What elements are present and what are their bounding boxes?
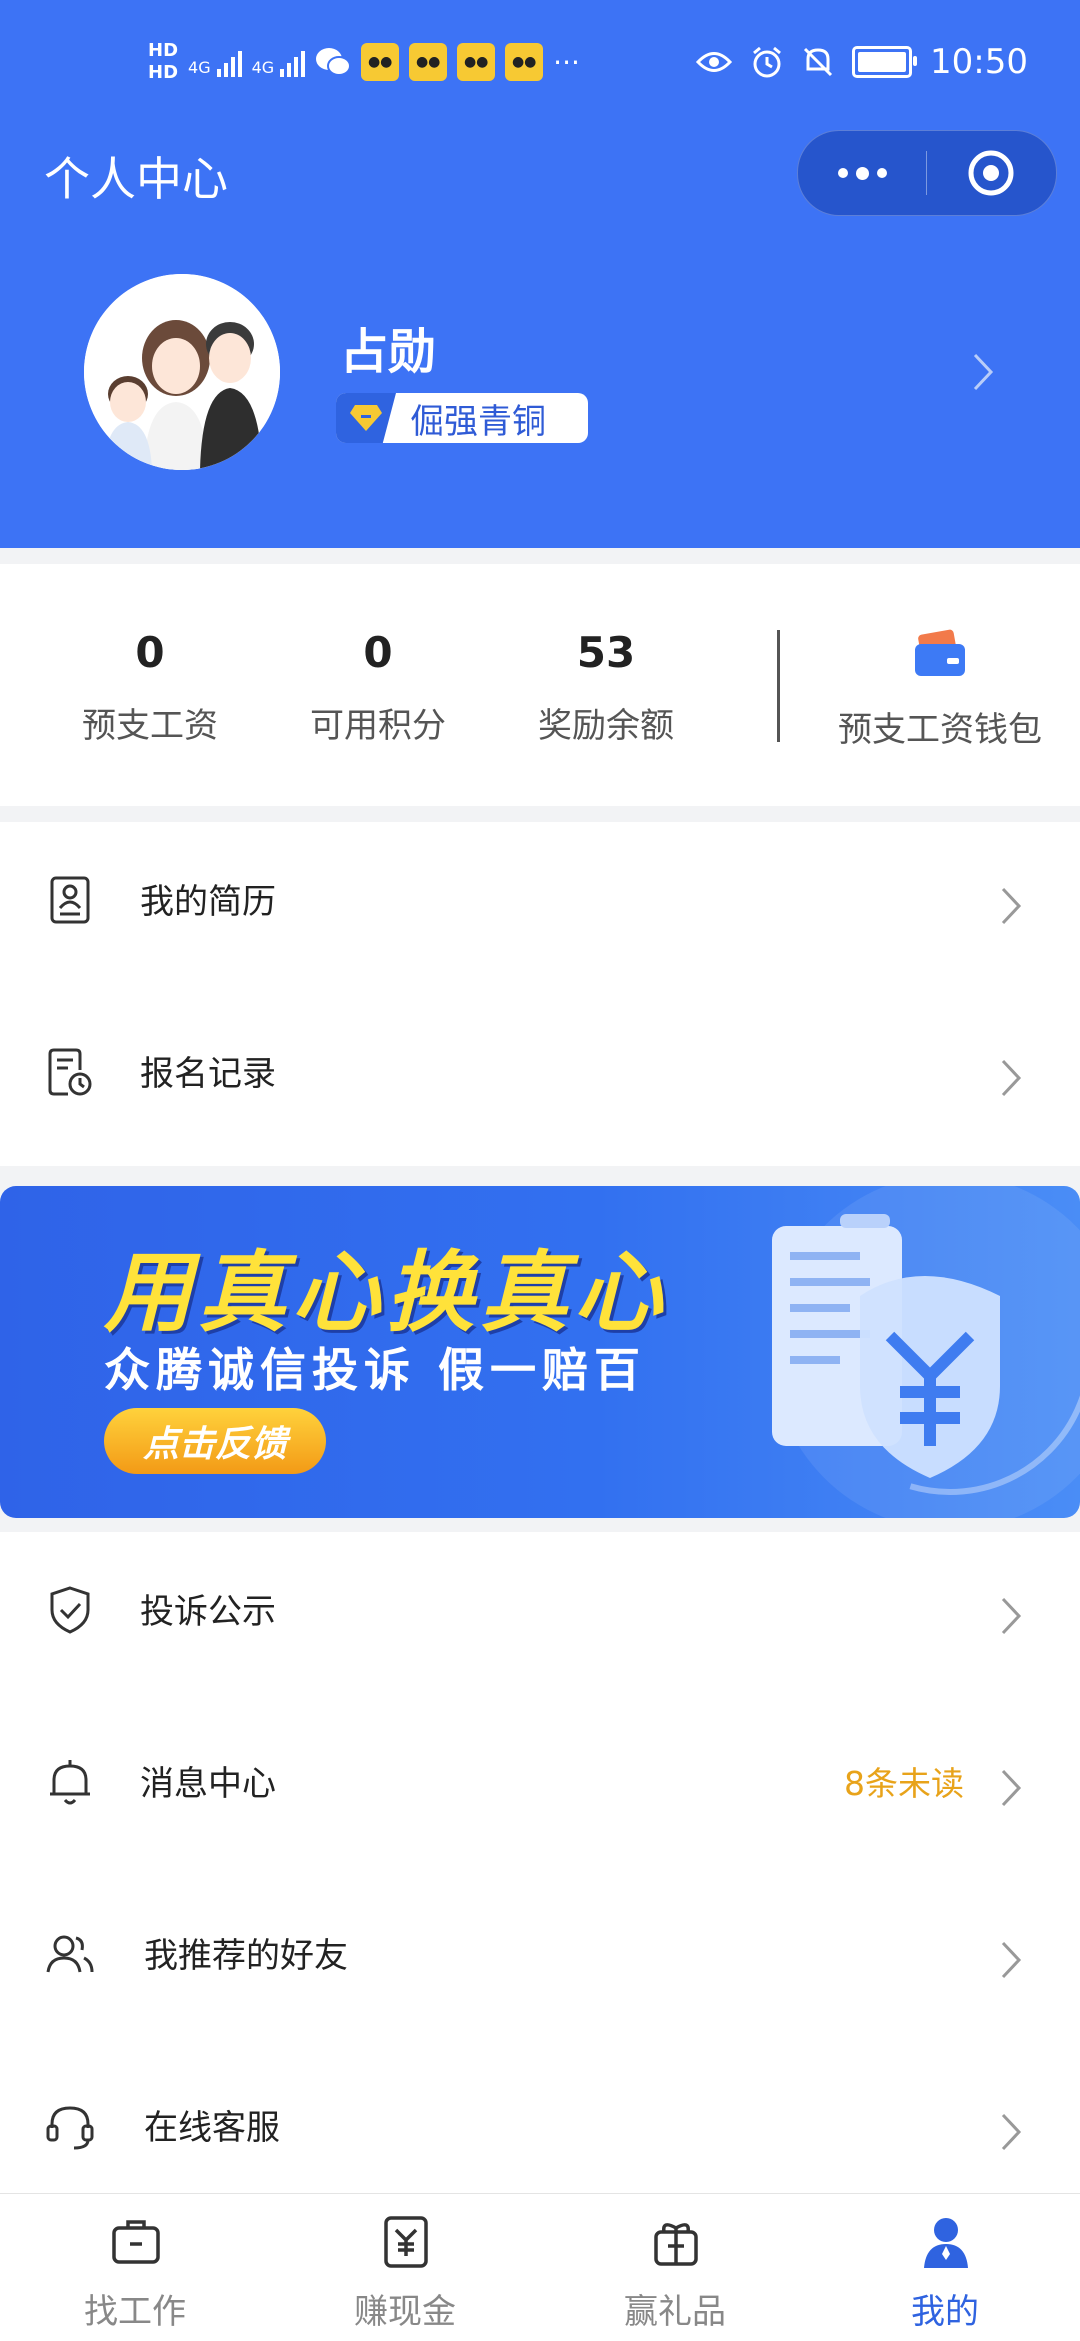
app-notification-icon: ●● [409, 43, 448, 81]
mute-bell-icon [803, 47, 833, 77]
miniprogram-capsule [797, 130, 1057, 216]
avatar-family-illustration [84, 274, 280, 470]
chevron-right-icon [1001, 1059, 1022, 1097]
close-miniprogram-button[interactable] [927, 131, 1055, 215]
wechat-icon [316, 48, 352, 76]
resume-icon [50, 876, 90, 924]
briefcase-icon [112, 2220, 160, 2264]
page-title: 个人中心 [44, 152, 228, 206]
menu-group-services: 投诉公示 消息中心 8条未读 我推荐的好友 在线客服 [0, 1532, 1080, 2193]
network-type-1: 4G [188, 58, 211, 77]
stat-advance-salary[interactable]: 0 预支工资 [50, 628, 250, 746]
status-bar-right: 10:50 [696, 42, 1028, 82]
tab-find-job[interactable]: 找工作 [0, 2194, 270, 2341]
more-menu-button[interactable] [798, 131, 926, 215]
wallet-label: 预支工资钱包 [838, 710, 1042, 750]
avatar[interactable] [84, 274, 280, 470]
menu-label: 报名记录 [140, 1054, 276, 1094]
app-notification-icon: ●● [457, 43, 496, 81]
clock-time: 10:50 [930, 42, 1028, 82]
stat-value: 53 [576, 628, 636, 677]
alarm-icon [753, 46, 781, 78]
headset-icon [46, 2106, 94, 2150]
chevron-right-icon [1001, 1941, 1022, 1979]
unread-count: 8条未读 [844, 1764, 964, 1803]
menu-label: 我推荐的好友 [144, 1936, 348, 1976]
bottom-tab-bar: 找工作 赚现金 赢礼品 我的 [0, 2193, 1080, 2341]
friends-icon [46, 1935, 94, 1973]
stat-label: 可用积分 [310, 706, 446, 746]
chevron-right-icon [1001, 1769, 1022, 1807]
profile-detail-chevron-icon[interactable] [972, 352, 994, 396]
feedback-button[interactable]: 点击反馈 [104, 1408, 326, 1474]
chevron-right-icon [1001, 1597, 1022, 1635]
user-name: 占勋 [340, 324, 437, 380]
menu-item-recommended-friends[interactable]: 我推荐的好友 [0, 1876, 1080, 2048]
person-icon [924, 2218, 968, 2268]
menu-label: 投诉公示 [140, 1592, 276, 1632]
hd-icon-2: HD [148, 62, 179, 83]
cash-icon [384, 2216, 428, 2268]
tab-label: 我的 [911, 2292, 979, 2332]
stats-panel: 0 预支工资 0 可用积分 53 奖励余额 预支工资钱包 [0, 564, 1080, 806]
banner-title: 用真心换真心 [104, 1241, 669, 1344]
banner-shield-illustration [772, 1186, 1080, 1518]
menu-label: 消息中心 [140, 1764, 276, 1804]
menu-item-resume[interactable]: 我的简历 [0, 822, 1080, 994]
advance-salary-wallet[interactable]: 预支工资钱包 [820, 628, 1060, 750]
stat-available-points[interactable]: 0 可用积分 [278, 628, 478, 746]
status-bar-left: HD HD 4G 4G ●● ●● ●● ●● ··· [148, 40, 580, 84]
menu-label: 在线客服 [144, 2108, 280, 2148]
more-notifications-icon: ··· [553, 45, 580, 79]
menu-item-message-center[interactable]: 消息中心 8条未读 [0, 1704, 1080, 1876]
chevron-right-icon [1001, 2113, 1022, 2151]
menu-item-complaint-notice[interactable]: 投诉公示 [0, 1532, 1080, 1704]
wallet-icon [915, 629, 965, 676]
stat-label: 预支工资 [82, 706, 218, 746]
menu-group-resume: 我的简历 报名记录 [0, 822, 1080, 1166]
banner-subtitle: 众腾诚信投诉 假一赔百 [104, 1343, 647, 1397]
tab-label: 赢礼品 [624, 2292, 726, 2332]
menu-label: 我的简历 [140, 882, 276, 922]
network-type-2: 4G [251, 58, 275, 77]
tab-label: 赚现金 [354, 2292, 456, 2332]
tab-label: 找工作 [84, 2292, 186, 2332]
app-notification-icon: ●● [505, 43, 544, 81]
level-name: 倔强青铜 [410, 401, 546, 442]
complaint-feedback-banner[interactable]: 用真心换真心 众腾诚信投诉 假一赔百 点击反馈 [0, 1186, 1080, 1518]
bell-icon [50, 1760, 90, 1805]
stat-value: 0 [363, 628, 393, 677]
status-bar: HD HD 4G 4G ●● ●● ●● ●● ··· 10:50 [0, 0, 1080, 130]
level-badge: 倔强青铜 [336, 393, 588, 443]
chevron-right-icon [1001, 887, 1022, 925]
stat-value: 0 [135, 628, 165, 677]
stat-reward-balance[interactable]: 53 奖励余额 [506, 628, 706, 746]
shield-check-icon [50, 1586, 90, 1634]
tab-win-gifts[interactable]: 赢礼品 [540, 2194, 810, 2341]
eye-icon [696, 52, 733, 72]
stat-label: 奖励余额 [538, 706, 674, 746]
menu-item-application-record[interactable]: 报名记录 [0, 994, 1080, 1166]
battery-icon [852, 46, 918, 78]
tab-earn-cash[interactable]: 赚现金 [270, 2194, 540, 2341]
hd-icon-1: HD [148, 40, 179, 61]
record-icon [48, 1048, 92, 1096]
gift-icon [654, 2223, 698, 2266]
app-notification-icon: ●● [361, 43, 400, 81]
stats-divider [777, 630, 780, 742]
diamond-icon [336, 393, 396, 443]
signal-icon-sim2: 4G [252, 47, 306, 77]
target-icon [968, 150, 1014, 196]
profile-header: HD HD 4G 4G ●● ●● ●● ●● ··· 10:50 个人中心 占… [0, 0, 1080, 548]
tab-mine[interactable]: 我的 [810, 2194, 1080, 2341]
signal-icon-sim1: 4G [188, 47, 242, 77]
hd-indicators: HD HD [148, 40, 178, 84]
